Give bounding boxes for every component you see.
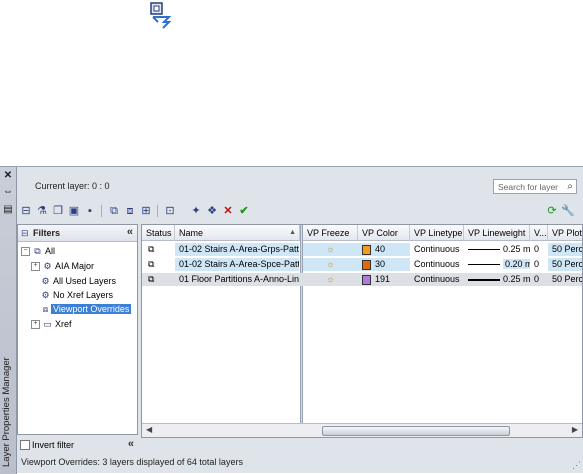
vp-lineweight-cell[interactable]: 0.25 mm [468,273,530,286]
layer-override-icon [150,2,178,30]
property-filter-icon: ⚙ [43,261,52,271]
property-filter-icon: ⚙ [41,290,50,300]
layer-properties-palette: ✕ ⇔ ▤ Layer Properties Manager Current l… [0,166,583,474]
vp-lineweight-cell[interactable]: 0.20 mm [468,258,530,271]
filters-header: ⊟ Filters « [18,225,137,242]
vp-override-status-icon: ⧉ [148,259,155,269]
scrollbar-thumb[interactable] [322,426,510,436]
column-header-vp-lineweight[interactable]: VP Lineweight [464,225,530,241]
vp-freeze-icon[interactable]: ☼ [303,273,358,286]
new-property-filter-icon[interactable]: ⊟ [19,204,33,218]
v-cell[interactable]: 0 [534,258,548,271]
horizontal-scrollbar[interactable]: ◀ ▶ [142,423,582,437]
viewport-override-icon: ⧈ [42,304,49,314]
vp-plot-cell[interactable]: 50 Perce [548,273,582,286]
palette-title-strip: ✕ ⇔ ▤ Layer Properties Manager [0,167,17,474]
filter-all-icon: ⧉ [34,246,41,256]
toolbar-separator [157,205,158,217]
invert-filter-label: Invert filter [32,440,75,450]
column-header-vp-linetype[interactable]: VP Linetype [410,225,464,241]
tree-item-all[interactable]: − ⧉ All [21,245,57,257]
vp-linetype-cell[interactable]: Continuous [414,273,464,286]
collapse-filters-icon[interactable]: « [127,226,133,238]
vp-plot-cell[interactable]: 50 Perce [548,258,582,271]
delete-layer-icon[interactable]: ✕ [221,204,235,218]
vp-color-cell[interactable]: 30 [358,258,410,271]
collapse-filters-bottom-icon[interactable]: « [128,438,134,450]
property-filter-icon: ⚙ [41,276,50,286]
vp-override-status-icon: ⧉ [148,274,155,284]
scroll-left-icon[interactable]: ◀ [146,425,152,434]
column-header-vp-color[interactable]: VP Color [358,225,410,241]
table-row[interactable]: ⧉ 01-02 Stairs A-Area-Spce-Patt ☼ 30 Con… [142,258,582,271]
palette-main: Current layer: 0 : 0 Search for layer ⌕ … [17,167,583,474]
tree-item-viewport-overrides[interactable]: ⧈ Viewport Overrides [40,303,132,315]
v-cell[interactable]: 0 [534,273,548,286]
column-header-vp-plot[interactable]: VP Plot [548,225,582,241]
wrench-icon[interactable]: 🔧 [561,204,575,218]
invert-filter-bar: Invert filter « [17,437,138,453]
status-text: Viewport Overrides: 3 layers displayed o… [21,457,243,467]
auto-hide-icon[interactable]: ⇔ [3,187,13,197]
filters-tree-panel: ⊟ Filters « − ⧉ All + ⚙ AIA Major ⚙ All Used … [17,224,138,435]
refresh-icon[interactable]: ⟳ [545,204,559,218]
frozen-column-splitter[interactable] [300,225,303,437]
save-state-icon[interactable]: ▣ [67,204,81,218]
new-vp-frozen-layer-icon[interactable]: ❖ [205,204,219,218]
v-cell[interactable]: 0 [534,243,548,256]
search-input[interactable]: Search for layer ⌕ [493,179,577,194]
set-current-icon[interactable]: ✔ [237,204,251,218]
tree-item-aia-major[interactable]: + ⚙ AIA Major [31,260,96,272]
merge-icon[interactable]: ⧈ [123,204,137,218]
vp-color-cell[interactable]: 40 [358,243,410,256]
scroll-right-icon[interactable]: ▶ [572,425,578,434]
layer-name[interactable]: 01-02 Stairs A-Area-Spce-Patt [175,258,299,271]
column-header-vp-freeze[interactable]: VP Freeze [303,225,358,241]
tree-item-no-xref-layers[interactable]: ⚙ No Xref Layers [40,289,115,301]
layer-name[interactable]: 01-02 Stairs A-Area-Grps-Patt [175,243,299,256]
new-layer-icon[interactable]: ✦ [189,204,203,218]
resize-grip-icon[interactable]: ⋰ [572,460,581,471]
properties-menu-icon[interactable]: ▤ [3,205,13,215]
column-header-v[interactable]: V... [530,225,548,241]
table-row[interactable]: ⧉ 01-02 Stairs A-Area-Grps-Patt ☼ 40 Con… [142,243,582,256]
invert-filter-checkbox[interactable] [20,440,30,450]
layer-list-grid: Status Name ▲ VP Freeze VP Color VP Linet… [141,224,583,438]
vp-linetype-cell[interactable]: Continuous [414,258,464,271]
match-icon[interactable]: ⊞ [139,204,153,218]
table-row[interactable]: ⧉ 01 Floor Partitions A-Anno-Line ☼ 191 … [142,273,582,286]
vp-freeze-icon[interactable]: ☼ [303,243,358,256]
vp-override-status-icon: ⧉ [148,244,155,254]
toolbar: ⊟ ⚗ ❐ ▣ ▪ ⧉ ⧈ ⊞ ⊡ ✦ ❖ ✕ ✔ ⟳ 🔧 [17,203,583,221]
magnifier-icon: ⌕ [567,181,573,192]
vp-plot-cell[interactable]: 50 Perce [548,243,582,256]
tree-item-all-used-layers[interactable]: ⚙ All Used Layers [40,275,118,287]
layer-walk-icon[interactable]: ⊡ [163,204,177,218]
xref-folder-icon: ▭ [43,319,52,329]
layer-states-icon[interactable]: ❐ [51,204,65,218]
current-layer-label: Current layer: 0 : 0 [35,181,110,191]
tree-item-xref[interactable]: + ▭ Xref [31,318,74,330]
restore-state-icon[interactable]: ▪ [83,204,97,218]
palette-title: Layer Properties Manager [1,357,12,467]
layer-name[interactable]: 01 Floor Partitions A-Anno-Line [175,273,299,286]
column-header-name[interactable]: Name ▲ [175,225,300,241]
vp-lineweight-cell[interactable]: 0.25 mm [468,243,530,256]
toolbar-separator [101,205,102,217]
filter-funnel-icon: ⊟ [21,228,29,238]
vp-linetype-cell[interactable]: Continuous [414,243,464,256]
new-group-filter-icon[interactable]: ⚗ [35,204,49,218]
close-icon[interactable]: ✕ [3,171,13,181]
vp-color-cell[interactable]: 191 [358,273,410,286]
isolate-icon[interactable]: ⧉ [107,204,121,218]
column-header-status[interactable]: Status [142,225,175,241]
vp-freeze-icon[interactable]: ☼ [303,258,358,271]
status-bar: Viewport Overrides: 3 layers displayed o… [17,453,583,473]
